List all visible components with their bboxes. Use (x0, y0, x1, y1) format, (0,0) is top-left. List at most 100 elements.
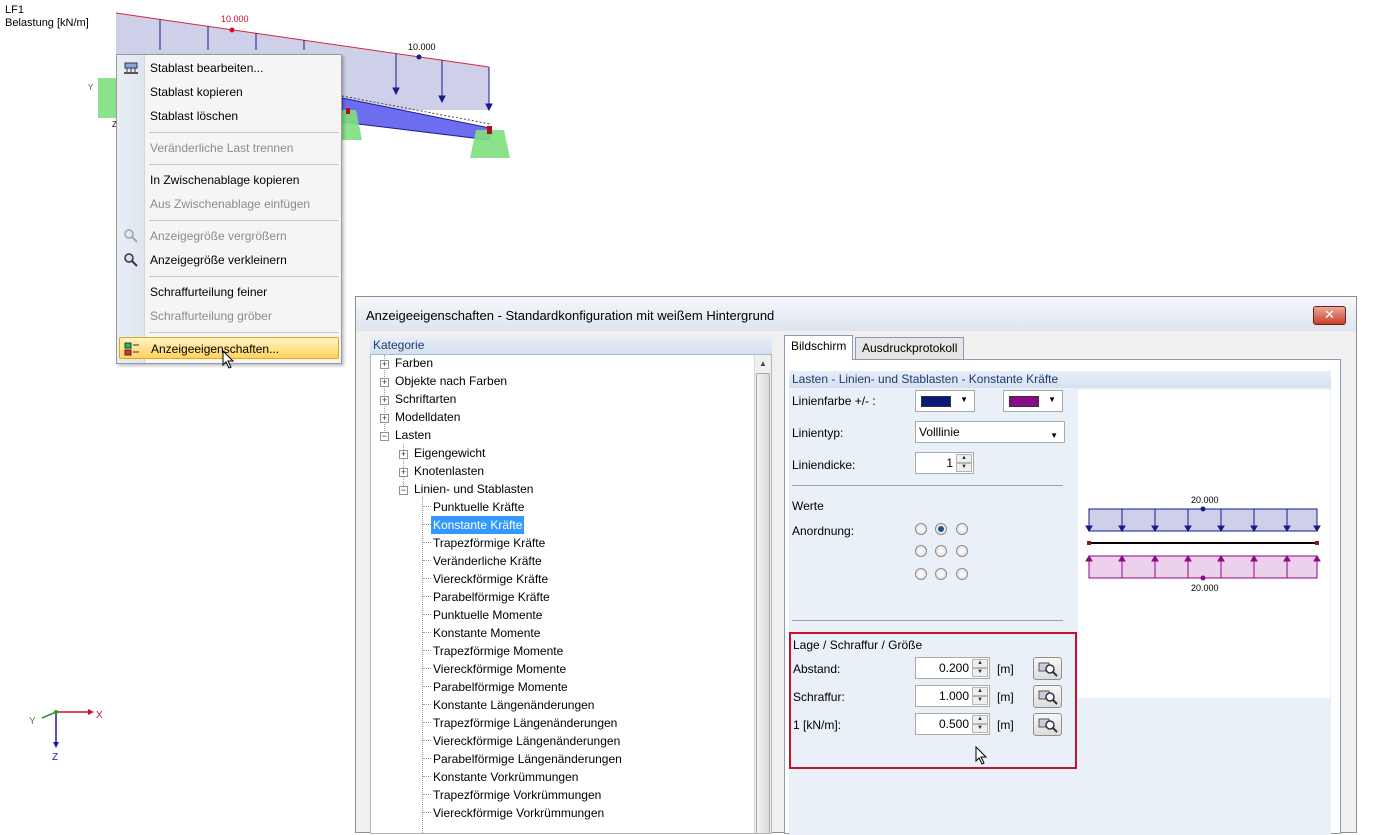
mouse-cursor (975, 746, 988, 765)
collapse-icon[interactable]: − (380, 432, 389, 441)
tree-item[interactable]: Punktuelle Kräfte (431, 498, 526, 516)
expand-icon[interactable]: + (399, 450, 408, 459)
tree-item-knotenlasten[interactable]: Knotenlasten (412, 462, 486, 480)
tree-item[interactable]: Parabelförmige Momente (431, 678, 570, 696)
axis-triad: X Y Z (29, 709, 103, 763)
tree-item[interactable]: Viereckförmige Momente (431, 660, 568, 678)
section-header: Lasten - Linien- und Stablasten - Konsta… (789, 371, 1331, 388)
collapse-icon[interactable]: − (399, 486, 408, 495)
tree-item[interactable]: Trapezförmige Längenänderungen (431, 714, 619, 732)
expand-icon[interactable]: + (399, 468, 408, 477)
line-color-label: Linienfarbe +/- : (792, 394, 876, 408)
spin-up-icon[interactable]: ▲ (972, 687, 988, 696)
spin-up-icon[interactable]: ▲ (972, 715, 988, 724)
chevron-down-icon: ▼ (1050, 431, 1058, 440)
tree-scrollbar[interactable]: ▲ (754, 355, 771, 833)
menu-item-reduce-display[interactable]: Anzeigegröße verkleinern (117, 249, 341, 271)
radio-bottom-left[interactable] (915, 568, 927, 580)
tree-item-lasten[interactable]: Lasten (393, 426, 433, 444)
axis-z-label: Z (52, 752, 58, 763)
tree-item[interactable]: Viereckförmige Kräfte (431, 570, 550, 588)
tree-item[interactable]: Konstante Längenänderungen (431, 696, 596, 714)
expand-icon[interactable]: + (380, 396, 389, 405)
tree-item-selected[interactable]: Konstante Kräfte (431, 516, 525, 534)
tree-item[interactable]: Parabelförmige Kräfte (431, 588, 552, 606)
radio-top-left[interactable] (915, 523, 927, 535)
schraffur-value: 1.000 (938, 689, 969, 703)
radio-top-right[interactable] (956, 523, 968, 535)
spin-down-icon[interactable]: ▼ (972, 696, 988, 705)
chevron-down-icon: ▼ (960, 395, 968, 404)
scale-stepper[interactable]: 0.500 ▲ ▼ (915, 713, 990, 735)
spin-down-icon[interactable]: ▼ (972, 668, 988, 677)
radio-middle-center[interactable] (935, 545, 947, 557)
radio-bottom-right[interactable] (956, 568, 968, 580)
abstand-stepper[interactable]: 0.200 ▲ ▼ (915, 657, 990, 679)
tab-bildschirm[interactable]: Bildschirm (784, 335, 854, 360)
tree-item-schriftarten[interactable]: Schriftarten (393, 390, 458, 408)
tree-item-farben[interactable]: Farben (393, 355, 435, 372)
mouse-cursor (222, 350, 235, 369)
spin-down-icon[interactable]: ▼ (956, 463, 972, 472)
close-button[interactable]: ✕ (1313, 306, 1346, 325)
support-right[interactable] (470, 126, 510, 158)
category-tree[interactable]: + Farben + Objekte nach Farben + Schrift… (370, 354, 772, 834)
axis-y-label-small: Y (88, 83, 94, 92)
spin-up-icon[interactable]: ▲ (956, 454, 972, 463)
tree-item[interactable]: Veränderliche Kräfte (431, 552, 544, 570)
menu-item-copy-load[interactable]: Stablast kopieren (117, 81, 341, 103)
menu-item-hatch-finer[interactable]: Schraffurteilung feiner (117, 281, 341, 303)
expand-icon[interactable]: + (380, 378, 389, 387)
line-type-select[interactable]: Volllinie ▼ (915, 421, 1065, 443)
menu-separator (149, 276, 339, 277)
menu-separator (149, 132, 339, 133)
radio-top-center[interactable] (935, 523, 947, 535)
schraffur-stepper[interactable]: 1.000 ▲ ▼ (915, 685, 990, 707)
settings-panel: Linienfarbe +/- : ▼ ▼ Linientyp: Volllin… (789, 388, 1331, 835)
tree-item[interactable]: Konstante Momente (431, 624, 542, 642)
pick-hatch-button[interactable] (1033, 685, 1062, 708)
line-width-stepper[interactable]: 1 ▲ ▼ (915, 452, 974, 474)
pick-distance-button[interactable] (1033, 657, 1062, 680)
tree-item[interactable]: Trapezförmige Vorkrümmungen (431, 786, 603, 804)
scroll-up-icon[interactable]: ▲ (755, 355, 771, 372)
radio-bottom-center[interactable] (935, 568, 947, 580)
line-color-positive-select[interactable]: ▼ (915, 390, 975, 412)
tree-item[interactable]: Punktuelle Momente (431, 606, 544, 624)
load-value-label: 10.000 (408, 42, 436, 52)
tree-item-modelldaten[interactable]: Modelldaten (393, 408, 462, 426)
support-left[interactable] (98, 78, 116, 118)
scrollbar-thumb[interactable] (756, 373, 770, 833)
expand-icon[interactable]: + (380, 414, 389, 423)
menu-item-enlarge-display: Anzeigegröße vergrößern (117, 225, 341, 247)
spin-down-icon[interactable]: ▼ (972, 724, 988, 733)
tree-item[interactable]: Trapezförmige Momente (431, 642, 565, 660)
expand-icon[interactable]: + (380, 360, 389, 369)
radio-middle-right[interactable] (956, 545, 968, 557)
menu-item-edit-load[interactable]: Stablast bearbeiten... (117, 57, 341, 79)
tree-item-linien-und-stablasten[interactable]: Linien- und Stablasten (412, 480, 535, 498)
pick-scale-button[interactable] (1033, 713, 1062, 736)
tree-item[interactable]: Viereckförmige Längenänderungen (431, 732, 622, 750)
preview-bottom-value: 20.000 (1191, 583, 1219, 593)
menu-item-copy-clipboard[interactable]: In Zwischenablage kopieren (117, 169, 341, 191)
axis-y-label: Y (29, 716, 36, 727)
tree-item[interactable]: Parabelförmige Längenänderungen (431, 750, 624, 768)
axis-x-label: X (96, 710, 103, 721)
tree-item[interactable]: Trapezförmige Kräfte (431, 534, 547, 552)
tree-item-objekte-nach-farben[interactable]: Objekte nach Farben (393, 372, 509, 390)
menu-item-delete-load[interactable]: Stablast löschen (117, 105, 341, 127)
spin-up-icon[interactable]: ▲ (972, 659, 988, 668)
load-value-label: 10.000 (221, 14, 249, 24)
line-width-value: 1 (946, 456, 953, 470)
radio-middle-left[interactable] (915, 545, 927, 557)
line-color-negative-select[interactable]: ▼ (1003, 390, 1063, 412)
tree-item-eigengewicht[interactable]: Eigengewicht (412, 444, 487, 462)
menu-separator (149, 220, 339, 221)
pick-magnifier-icon (1038, 690, 1058, 705)
tab-ausdruckprotokoll[interactable]: Ausdruckprotokoll (855, 337, 965, 359)
dialog-titlebar[interactable]: Anzeigeeigenschaften - Standardkonfigura… (356, 297, 1356, 331)
tree-item[interactable]: Viereckförmige Vorkrümmungen (431, 804, 606, 822)
tree-item[interactable]: Konstante Vorkrümmungen (431, 768, 580, 786)
color-swatch-negative (1009, 396, 1039, 407)
